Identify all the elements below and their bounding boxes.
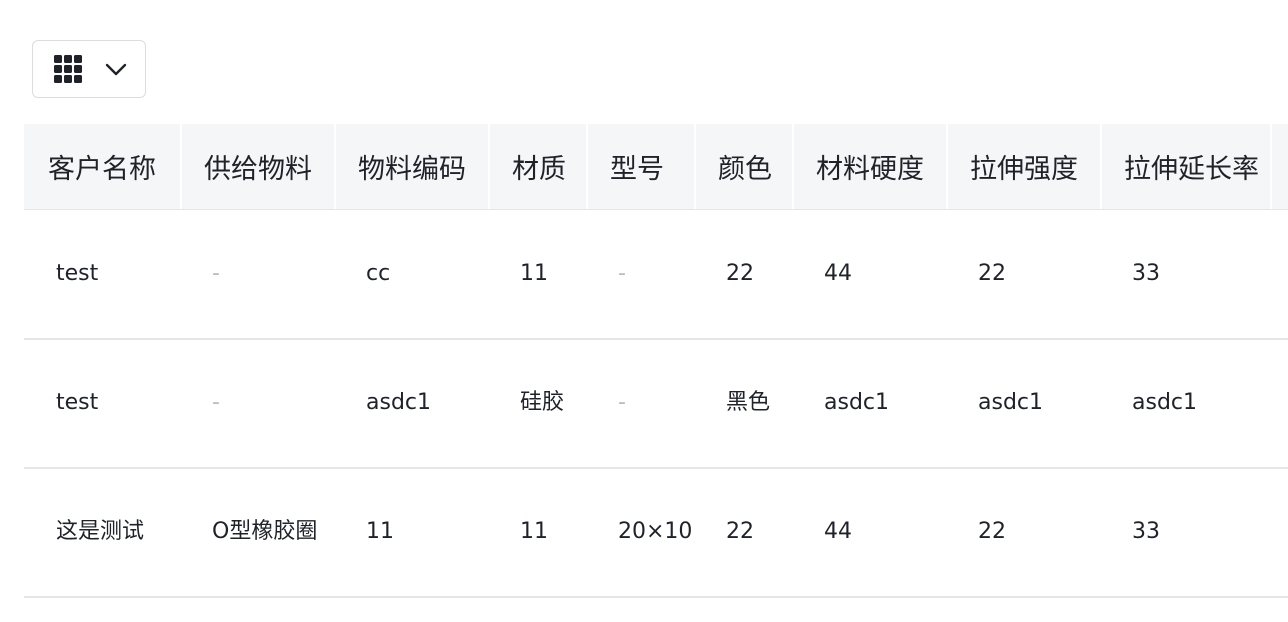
cell-customer-name: 这是测试 [24,467,180,598]
grid-icon [54,55,82,83]
cell-elongation: 33 [1100,467,1270,598]
header-customer-name[interactable]: 客户名称 [24,124,180,210]
cell-material: 11 [488,209,586,340]
cell-color: 22 [694,209,792,340]
table-header-row: 客户名称 供给物料 物料编码 材质 型号 颜色 材料硬度 拉伸强度 拉伸延长率 [24,124,1288,210]
cell-supplied-material: O型橡胶圈 [180,467,334,598]
cell-model: 20×10 [586,467,694,598]
cell-hardness: 44 [792,467,946,598]
cell-material-code: cc [334,209,488,340]
cell-color: 22 [694,467,792,598]
cell-material-code: 11 [334,467,488,598]
column-settings-dropdown[interactable] [32,40,146,98]
cell-material: 硅胶 [488,338,586,469]
chevron-down-icon [105,63,127,76]
cell-model: - [586,209,694,340]
cell-material: 11 [488,467,586,598]
cell-supplied-material: - [180,338,334,469]
cell-supplied-material: - [180,209,334,340]
header-overflow [1270,124,1288,210]
table-row[interactable]: 这是测试 O型橡胶圈 11 11 20×10 22 44 22 33 [24,467,1288,598]
table-row[interactable]: test - asdc1 硅胶 - 黑色 asdc1 asdc1 asdc1 [24,338,1288,469]
header-elongation[interactable]: 拉伸延长率 [1100,124,1270,210]
cell-hardness: asdc1 [792,338,946,469]
cell-tensile-strength: 22 [946,209,1100,340]
cell-overflow [1270,209,1288,340]
header-material[interactable]: 材质 [488,124,586,210]
cell-customer-name: test [24,338,180,469]
page: 客户名称 供给物料 物料编码 材质 型号 颜色 材料硬度 拉伸强度 拉伸延长率 … [0,0,1288,622]
header-hardness[interactable]: 材料硬度 [792,124,946,210]
header-material-code[interactable]: 物料编码 [334,124,488,210]
header-model[interactable]: 型号 [586,124,694,210]
cell-material-code: asdc1 [334,338,488,469]
cell-tensile-strength: asdc1 [946,338,1100,469]
cell-model: - [586,338,694,469]
cell-tensile-strength: 22 [946,467,1100,598]
header-tensile-strength[interactable]: 拉伸强度 [946,124,1100,210]
cell-elongation: asdc1 [1100,338,1270,469]
cell-hardness: 44 [792,209,946,340]
cell-overflow [1270,338,1288,469]
cell-color: 黑色 [694,338,792,469]
cell-customer-name: test [24,209,180,340]
table-row[interactable]: test - cc 11 - 22 44 22 33 [24,209,1288,340]
data-table: 客户名称 供给物料 物料编码 材质 型号 颜色 材料硬度 拉伸强度 拉伸延长率 … [24,124,1288,598]
header-supplied-material[interactable]: 供给物料 [180,124,334,210]
cell-elongation: 33 [1100,209,1270,340]
header-color[interactable]: 颜色 [694,124,792,210]
cell-overflow [1270,467,1288,598]
